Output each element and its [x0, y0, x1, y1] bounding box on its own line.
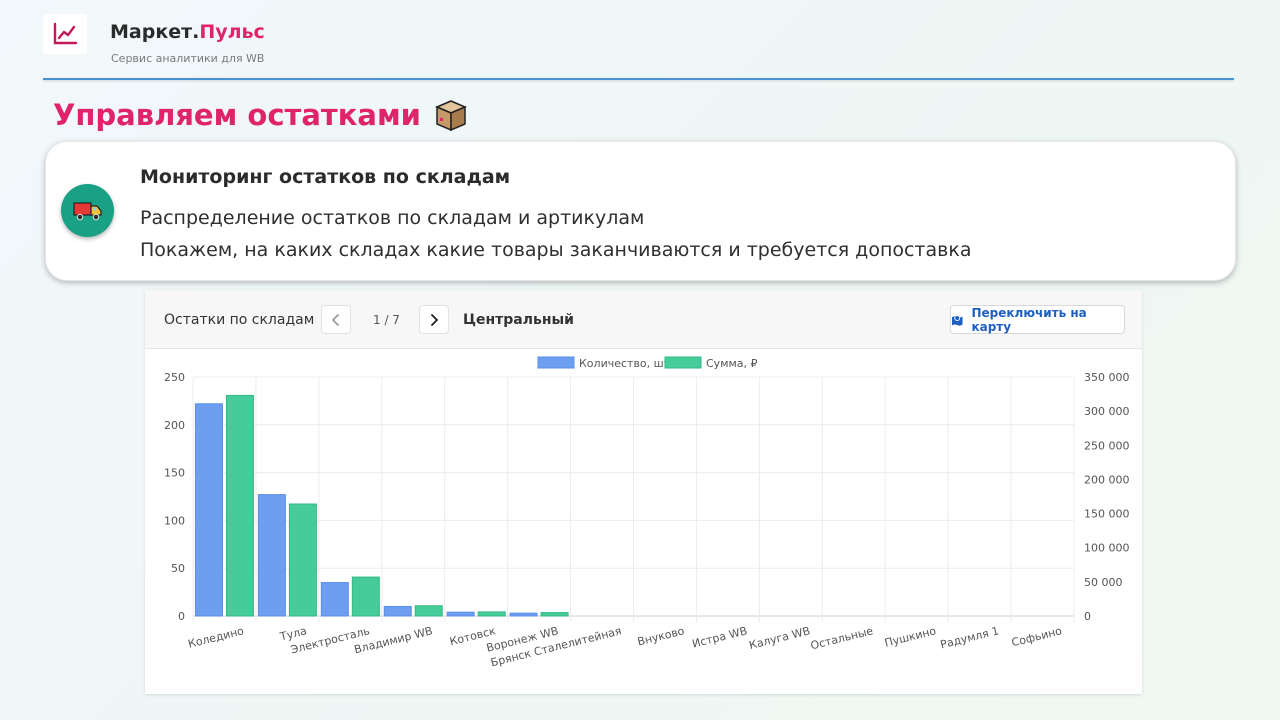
y-left-tick-label: 100	[164, 514, 185, 527]
switch-to-map-button[interactable]: Переключить на карту	[950, 305, 1125, 334]
bar-quantity	[257, 494, 286, 617]
bar-sum	[288, 503, 317, 617]
y-left-tick-label: 0	[178, 610, 185, 623]
chart-toolbar: Остатки по складам 1 / 7 Центральный Пер…	[145, 290, 1142, 349]
card-description-2: Покажем, на каких складах какие товары з…	[140, 239, 972, 261]
bar-quantity	[509, 612, 538, 617]
y-right-tick-label: 350 000	[1084, 371, 1130, 384]
x-tick-label: Пушкино	[883, 624, 937, 649]
page-title-text: Управляем остатками	[53, 98, 421, 132]
y-left-tick-label: 200	[164, 419, 185, 432]
bar-sum	[414, 605, 443, 617]
page-indicator: 1 / 7	[373, 313, 400, 327]
x-tick-label: Калуга WB	[748, 624, 812, 652]
y-right-tick-label: 200 000	[1084, 473, 1130, 486]
y-right-tick-label: 100 000	[1084, 542, 1130, 555]
prev-page-button[interactable]	[321, 305, 351, 334]
card-title: Мониторинг остатков по складам	[140, 166, 511, 188]
package-icon	[435, 100, 467, 132]
bar-sum	[225, 394, 254, 617]
legend-label-quantity: Количество, шт	[579, 357, 671, 370]
map-icon	[951, 314, 963, 326]
chevron-left-icon	[332, 313, 339, 326]
stock-chart-panel: Остатки по складам 1 / 7 Центральный Пер…	[145, 290, 1142, 694]
x-tick-label: Внуково	[636, 624, 686, 648]
brand-subtitle: Сервис аналитики для WB	[111, 52, 265, 65]
x-tick-label: Коледино	[187, 624, 246, 650]
chart-title: Остатки по складам	[164, 312, 315, 328]
bar-quantity	[446, 611, 475, 617]
bar-sum	[477, 611, 506, 617]
y-left-tick-label: 250	[164, 371, 185, 384]
bar-quantity	[383, 605, 412, 617]
bar-sum	[540, 612, 569, 617]
x-tick-label: Радумля 1	[939, 624, 1000, 651]
region-label: Центральный	[463, 312, 574, 328]
y-right-tick-label: 300 000	[1084, 405, 1130, 418]
chevron-right-icon	[431, 313, 438, 326]
legend-swatch-sum	[664, 356, 702, 369]
bar-sum	[351, 576, 380, 617]
page-title: Управляем остатками	[53, 97, 469, 133]
info-card: Мониторинг остатков по складам Распредел…	[45, 141, 1236, 281]
card-description-1: Распределение остатков по складам и арти…	[140, 207, 645, 229]
bar-quantity	[320, 582, 349, 617]
brand-name: Маркет.Пульс	[110, 21, 265, 43]
truck-badge	[61, 184, 114, 237]
y-right-tick-label: 150 000	[1084, 508, 1130, 521]
y-left-tick-label: 50	[171, 562, 185, 575]
y-right-tick-label: 0	[1084, 610, 1091, 623]
legend-swatch-quantity	[537, 356, 575, 369]
legend-label-sum: Сумма, ₽	[706, 357, 758, 370]
x-tick-label: Софьино	[1010, 624, 1063, 649]
legend: Количество, шт Сумма, ₽	[537, 356, 758, 370]
header-divider	[43, 78, 1234, 80]
x-tick-label: Остальные	[809, 624, 874, 652]
next-page-button[interactable]	[419, 305, 449, 334]
y-right-tick-label: 50 000	[1084, 576, 1123, 589]
y-left-tick-label: 150	[164, 467, 185, 480]
y-right-tick-label: 250 000	[1084, 439, 1130, 452]
logo	[43, 14, 87, 54]
trend-chart-icon	[53, 22, 78, 45]
switch-to-map-label: Переключить на карту	[971, 305, 1087, 334]
x-tick-label: Истра WB	[691, 624, 749, 650]
bar-quantity	[194, 403, 223, 617]
stock-bar-chart: 0 50 100 150 200 250 0 50 000 100 000 150 000 200 …	[164, 356, 1130, 669]
delivery-truck-icon	[72, 201, 102, 220]
